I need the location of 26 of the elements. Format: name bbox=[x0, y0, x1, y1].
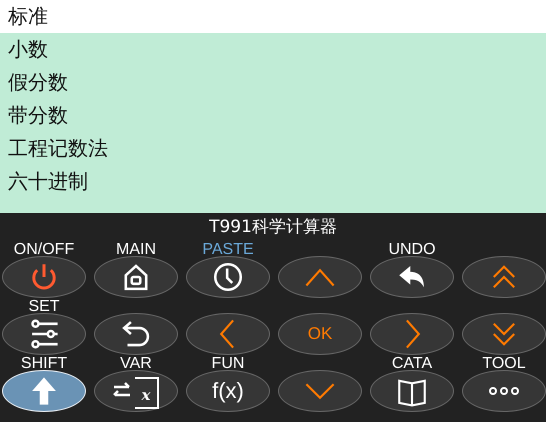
keypad-key[interactable] bbox=[462, 256, 546, 298]
more-dots-icon bbox=[488, 386, 520, 396]
menu-item[interactable]: 工程记数法 bbox=[0, 132, 546, 165]
keypad-key[interactable] bbox=[462, 313, 546, 355]
clock-icon bbox=[211, 260, 245, 294]
key-label: SHIFT bbox=[20, 356, 68, 372]
key-label: PASTE bbox=[202, 242, 254, 258]
keypad-title: T991科学计算器 bbox=[208, 216, 338, 239]
menu-item[interactable]: 小数 bbox=[0, 33, 546, 66]
key-label: FUN bbox=[212, 356, 244, 372]
menu-item[interactable]: 带分数 bbox=[0, 99, 546, 132]
key-label: UNDO bbox=[388, 242, 436, 258]
menu-item[interactable]: 六十进制 bbox=[0, 165, 546, 198]
key-label: CATA bbox=[392, 356, 432, 372]
key-label: ON/OFF bbox=[14, 242, 74, 258]
key-label: MAIN bbox=[116, 242, 156, 258]
variable-box: x bbox=[135, 377, 159, 409]
keypad-key[interactable]: OK bbox=[278, 313, 362, 355]
key-label: TOOL bbox=[482, 356, 526, 372]
keypad-key[interactable]: f(x) bbox=[186, 370, 270, 412]
menu-item[interactable]: 标准 bbox=[0, 0, 546, 33]
key-label: SET bbox=[28, 299, 60, 315]
key-label: VAR bbox=[120, 356, 152, 372]
keypad-key[interactable] bbox=[462, 370, 546, 412]
menu-item[interactable]: 假分数 bbox=[0, 66, 546, 99]
keypad-key[interactable]: x bbox=[94, 370, 178, 412]
